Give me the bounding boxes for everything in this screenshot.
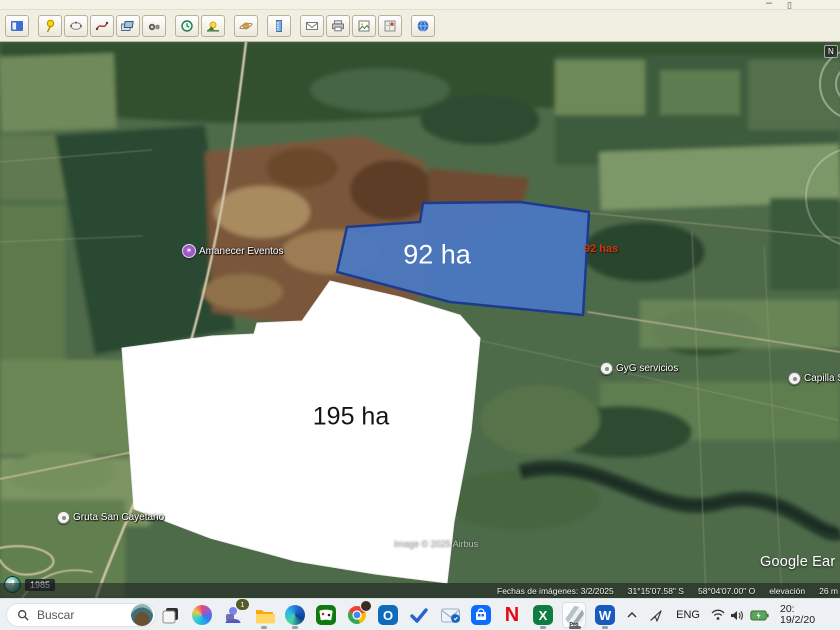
battery-icon[interactable]	[747, 610, 771, 621]
imagery-copyright: Image © 2025 Airbus	[394, 539, 478, 549]
place-dot-icon	[600, 362, 613, 375]
ruler-icon[interactable]	[267, 15, 291, 37]
minimize-icon[interactable]: –	[766, 0, 772, 10]
elevation-value: 26 m	[819, 586, 838, 596]
status-bar: Fechas de imágenes: 3/2/2025 31°15'07.58…	[0, 583, 840, 598]
windows-taskbar: Buscar 1 O	[0, 598, 840, 630]
save-image-icon[interactable]	[352, 15, 376, 37]
solitaire-icon[interactable]	[314, 602, 338, 628]
bing-daily-image-icon[interactable]	[131, 604, 153, 626]
compass-north-indicator[interactable]: N	[824, 45, 838, 58]
add-image-overlay-icon[interactable]	[116, 15, 140, 37]
record-tour-icon[interactable]	[142, 15, 166, 37]
add-polygon-icon[interactable]	[64, 15, 88, 37]
view-in-maps-icon[interactable]	[378, 15, 402, 37]
events-place-icon: ✶	[182, 244, 196, 258]
map-viewport[interactable]: 92 ha 195 ha 92 has ✶ Amanecer Eventos G…	[0, 42, 840, 598]
google-earth-toolbar	[0, 10, 840, 42]
microsoft-store-icon[interactable]	[469, 602, 493, 628]
place-dot-icon	[57, 511, 70, 524]
tray-chevron-up-icon[interactable]	[621, 609, 643, 621]
add-path-icon[interactable]	[90, 15, 114, 37]
word-icon[interactable]: W	[593, 602, 617, 628]
maximize-icon[interactable]: ▯	[787, 0, 792, 10]
google-earth-pro-icon[interactable]: Pro	[562, 602, 586, 628]
add-placemark-icon[interactable]	[38, 15, 62, 37]
desktop: – ▯	[0, 0, 840, 630]
globe-icon[interactable]	[411, 15, 435, 37]
place-gruta-san-cayetano[interactable]: Gruta San Cayetano	[57, 511, 164, 524]
place-dot-icon	[788, 372, 801, 385]
taskbar-clock[interactable]: 20: 19/2/20	[780, 604, 840, 627]
copilot-icon[interactable]	[190, 602, 214, 628]
latitude: 31°15'07.58" S	[628, 586, 684, 596]
search-placeholder: Buscar	[37, 608, 124, 622]
email-icon[interactable]	[300, 15, 324, 37]
search-icon	[17, 609, 30, 622]
file-explorer-icon[interactable]	[252, 602, 276, 628]
google-earth-watermark: Google Ear	[760, 554, 835, 570]
task-view-icon[interactable]	[159, 602, 183, 628]
netflix-icon[interactable]: N	[500, 602, 524, 628]
parcel-92-annotation: 92 has	[584, 243, 618, 255]
location-arrow-icon[interactable]	[643, 609, 667, 622]
parcel-195-label: 195 ha	[313, 403, 389, 432]
place-gyg-servicios[interactable]: GyG servicios	[600, 362, 678, 375]
sidebar-toggle-icon[interactable]	[5, 15, 29, 37]
parcel-92-label: 92 ha	[403, 240, 471, 271]
place-amanecer-eventos[interactable]: ✶ Amanecer Eventos	[182, 244, 284, 258]
window-titlebar: – ▯	[0, 0, 840, 10]
historical-imagery-icon[interactable]	[175, 15, 199, 37]
sunlight-icon[interactable]	[201, 15, 225, 37]
planets-icon[interactable]	[234, 15, 258, 37]
elevation-label: elevación	[769, 586, 805, 596]
chrome-profile-badge	[360, 600, 372, 612]
print-icon[interactable]	[326, 15, 350, 37]
excel-icon[interactable]: X	[531, 602, 555, 628]
teams-icon[interactable]: 1	[221, 602, 245, 628]
chrome-icon[interactable]	[345, 602, 369, 628]
search-input[interactable]: Buscar	[6, 603, 156, 627]
place-capilla[interactable]: Capilla S	[788, 372, 840, 385]
imagery-date: Fechas de imágenes: 3/2/2025	[497, 586, 614, 596]
teams-notification-badge: 1	[236, 599, 249, 610]
tray-date: 19/2/20	[780, 615, 840, 627]
longitude: 58°04'07.00" O	[698, 586, 755, 596]
language-indicator[interactable]: ENG	[676, 609, 700, 621]
volume-icon[interactable]	[727, 609, 747, 622]
mail-icon[interactable]	[438, 602, 462, 628]
edge-icon[interactable]	[283, 602, 307, 628]
todo-icon[interactable]	[407, 602, 431, 628]
wifi-icon[interactable]	[709, 609, 727, 621]
outlook-icon[interactable]: O	[376, 602, 400, 628]
